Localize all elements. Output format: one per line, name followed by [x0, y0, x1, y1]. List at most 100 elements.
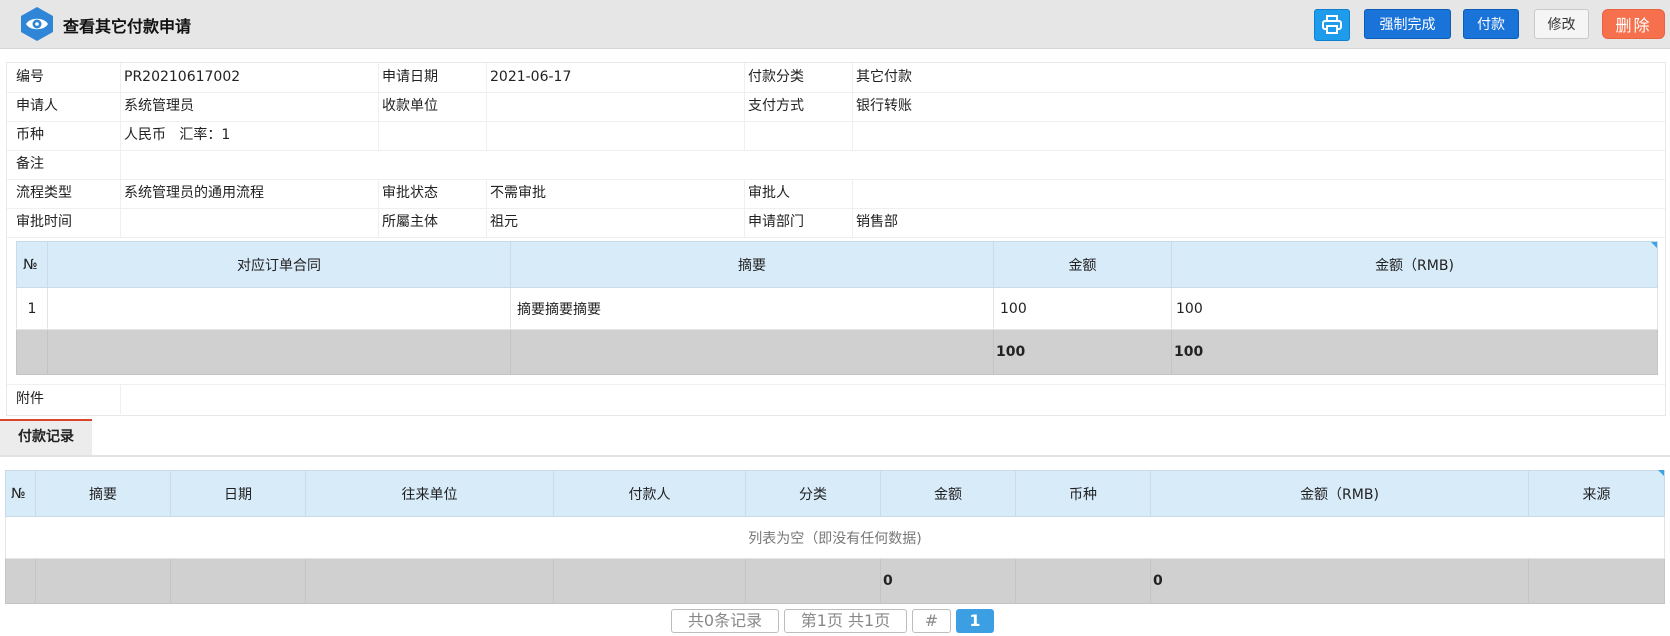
column-header[interactable]: 金额（RMB) [1150, 470, 1529, 517]
column-header[interactable]: № [5, 470, 36, 517]
table-cell: 摘要摘要摘要 [510, 287, 994, 330]
field-value: 系统管理员的通用流程 [120, 179, 378, 208]
column-header[interactable]: № [16, 241, 48, 288]
column-header[interactable]: 金额 [880, 470, 1016, 517]
totals-cell: 100 [1171, 329, 1658, 375]
form-row: 附件 [7, 384, 1665, 414]
column-header[interactable]: 对应订单合同 [47, 241, 511, 288]
table-header-row: № 摘要 日期 往来单位 付款人 分类 金额 币种 金额（RMB) 来源 [5, 470, 1665, 517]
totals-cell [16, 329, 48, 375]
detail-table: № 对应订单合同 摘要 金额 金额（RMB) 1 摘要摘要摘要 100 100 … [16, 241, 1658, 375]
form-row: 编号 PR20210617002 申请日期 2021-06-17 付款分类 其它… [7, 63, 1665, 93]
field-label: 收款单位 [378, 92, 486, 121]
totals-cell [745, 558, 881, 604]
totals-row: 100 100 [16, 329, 1658, 375]
field-value [120, 150, 1665, 179]
force-complete-button[interactable]: 强制完成 [1364, 9, 1451, 39]
table-header-row: № 对应订单合同 摘要 金额 金额（RMB) [16, 241, 1658, 288]
field-label: 流程类型 [16, 185, 72, 201]
totals-cell [5, 558, 36, 604]
delete-button[interactable]: 删除 [1602, 9, 1665, 39]
totals-cell: 0 [880, 558, 1016, 604]
column-header[interactable]: 金额（RMB) [1171, 241, 1658, 288]
table-row[interactable]: 1 摘要摘要摘要 100 100 [16, 287, 1658, 330]
field-value [120, 208, 378, 237]
form-row: 币种 人民币 汇率：1 [7, 121, 1665, 151]
totals-cell [553, 558, 746, 604]
field-label: 支付方式 [744, 92, 852, 121]
field-label: 付款分类 [744, 63, 852, 92]
field-label: 编号 [16, 69, 44, 85]
attachment-label: 附件 [16, 391, 44, 407]
totals-cell [305, 558, 554, 604]
pager-current-page[interactable]: 1 [956, 609, 994, 633]
print-button[interactable] [1314, 9, 1350, 41]
column-header[interactable]: 摘要 [35, 470, 171, 517]
field-value: 祖元 [486, 208, 744, 237]
form-row: 备注 [7, 150, 1665, 180]
tab-divider [0, 455, 1670, 457]
field-value: 系统管理员 [120, 92, 378, 121]
field-value [852, 179, 1665, 208]
field-value [852, 121, 1665, 150]
pay-button[interactable]: 付款 [1463, 9, 1519, 39]
totals-cell [1528, 558, 1665, 604]
field-label: 所屬主体 [378, 208, 486, 237]
field-label: 申请部门 [744, 208, 852, 237]
field-label: 审批状态 [378, 179, 486, 208]
field-label [744, 121, 852, 150]
eye-icon [21, 7, 53, 41]
field-value [486, 92, 744, 121]
column-header[interactable]: 日期 [170, 470, 306, 517]
form-row: 流程类型 系统管理员的通用流程 审批状态 不需审批 审批人 [7, 179, 1665, 209]
info-panel: 编号 PR20210617002 申请日期 2021-06-17 付款分类 其它… [6, 62, 1666, 416]
field-value: 其它付款 [852, 63, 1665, 92]
column-header[interactable]: 金额 [993, 241, 1172, 288]
column-header[interactable]: 摘要 [510, 241, 994, 288]
field-value: 销售部 [852, 208, 1665, 237]
totals-cell [170, 558, 306, 604]
pager-hash-button[interactable]: # [912, 609, 951, 633]
totals-row: 0 0 [5, 558, 1665, 604]
field-label [378, 121, 486, 150]
corner-marker [1658, 470, 1664, 476]
pager-page-info: 第1页 共1页 [784, 609, 907, 633]
form-row: 申请人 系统管理员 收款单位 支付方式 银行转账 [7, 92, 1665, 122]
page-title: 查看其它付款申请 [63, 17, 192, 36]
pager-total: 共0条记录 [671, 609, 779, 633]
field-label: 币种 [16, 127, 44, 143]
totals-cell: 100 [993, 329, 1172, 375]
table-cell [47, 287, 511, 330]
attachment-value [120, 385, 1665, 414]
field-label: 申请人 [16, 98, 58, 114]
page-header: 查看其它付款申请 强制完成 付款 修改 删除 [0, 0, 1670, 49]
table-cell: 1 [16, 287, 48, 330]
column-header[interactable]: 付款人 [553, 470, 746, 517]
form-row: 审批时间 所屬主体 祖元 申请部门 销售部 [7, 208, 1665, 238]
column-header[interactable]: 币种 [1015, 470, 1151, 517]
payment-records-table: № 摘要 日期 往来单位 付款人 分类 金额 币种 金额（RMB) 来源 列表为… [5, 470, 1665, 604]
field-value [486, 121, 744, 150]
field-value: 不需审批 [486, 179, 744, 208]
field-value: 银行转账 [852, 92, 1665, 121]
totals-cell [35, 558, 171, 604]
field-value: PR20210617002 [120, 63, 378, 92]
column-header[interactable]: 往来单位 [305, 470, 554, 517]
field-value: 2021-06-17 [486, 63, 744, 92]
field-value: 人民币 汇率：1 [120, 121, 378, 150]
corner-marker [1651, 242, 1657, 248]
field-label: 审批人 [744, 179, 852, 208]
table-cell: 100 [1171, 287, 1658, 330]
column-header[interactable]: 来源 [1528, 470, 1665, 517]
printer-icon [1322, 15, 1342, 34]
field-label: 审批时间 [16, 214, 72, 230]
column-header[interactable]: 分类 [745, 470, 881, 517]
totals-cell: 0 [1150, 558, 1529, 604]
totals-cell [1015, 558, 1151, 604]
field-label: 申请日期 [378, 63, 486, 92]
edit-button[interactable]: 修改 [1534, 9, 1589, 39]
table-cell: 100 [993, 287, 1172, 330]
tab-payment-records[interactable]: 付款记录 [0, 419, 92, 455]
totals-cell [510, 329, 994, 375]
empty-row: 列表为空（即没有任何数据) [5, 516, 1665, 559]
